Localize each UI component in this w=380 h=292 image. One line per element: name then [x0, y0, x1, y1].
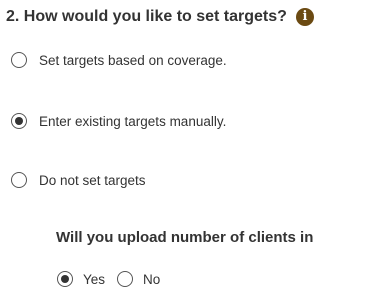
- option-manual[interactable]: Enter existing targets manually.: [11, 113, 226, 129]
- radio-no[interactable]: [117, 271, 134, 287]
- radio-none[interactable]: [11, 172, 27, 188]
- option-coverage-label: Set targets based on coverage.: [39, 52, 227, 68]
- radio-coverage[interactable]: [11, 52, 27, 68]
- option-manual-label: Enter existing targets manually.: [39, 113, 227, 129]
- upload-clients-radio-group: Yes No: [57, 271, 160, 287]
- option-coverage[interactable]: Set targets based on coverage.: [11, 52, 227, 68]
- radio-manual[interactable]: [11, 113, 27, 129]
- sub-question-title: Will you upload number of clients in: [56, 229, 314, 246]
- question-heading: 2. How would you like to set targets? i: [6, 8, 314, 26]
- option-no[interactable]: No: [117, 271, 160, 287]
- option-none-label: Do not set targets: [39, 172, 146, 188]
- option-none[interactable]: Do not set targets: [11, 172, 146, 188]
- question-title: 2. How would you like to set targets?: [6, 8, 287, 25]
- option-no-label: No: [143, 271, 161, 287]
- option-yes-label: Yes: [83, 271, 106, 287]
- radio-yes[interactable]: [57, 271, 73, 287]
- info-icon[interactable]: i: [295, 8, 314, 26]
- option-yes[interactable]: Yes: [57, 271, 105, 287]
